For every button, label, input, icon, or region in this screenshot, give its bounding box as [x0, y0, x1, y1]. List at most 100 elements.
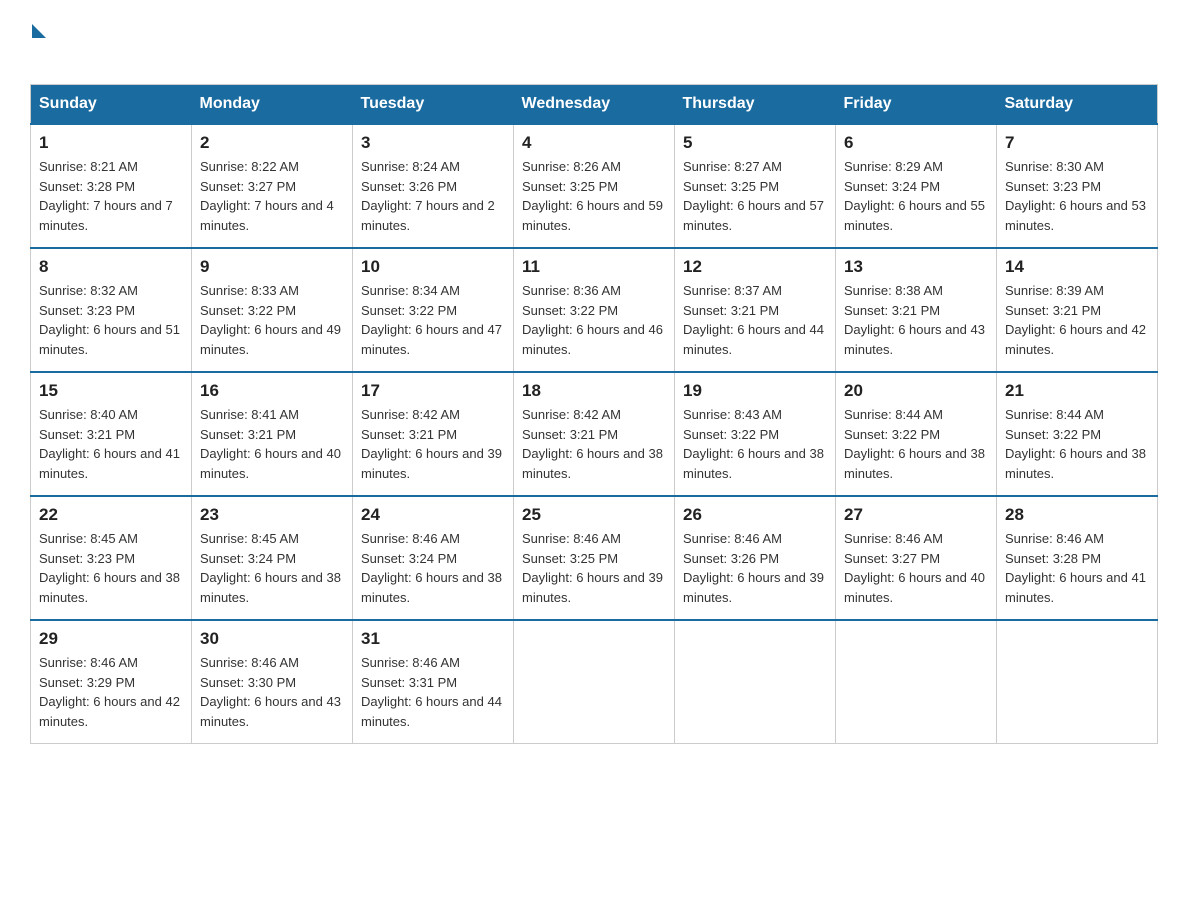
calendar-header-row: Sunday Monday Tuesday Wednesday Thursday…: [31, 85, 1158, 125]
day-number: 9: [200, 257, 344, 277]
day-number: 8: [39, 257, 183, 277]
table-row: 23 Sunrise: 8:45 AMSunset: 3:24 PMDaylig…: [192, 496, 353, 620]
table-row: 21 Sunrise: 8:44 AMSunset: 3:22 PMDaylig…: [997, 372, 1158, 496]
table-row: 5 Sunrise: 8:27 AMSunset: 3:25 PMDayligh…: [675, 124, 836, 248]
day-number: 11: [522, 257, 666, 277]
day-number: 27: [844, 505, 988, 525]
col-thursday: Thursday: [675, 85, 836, 125]
day-number: 14: [1005, 257, 1149, 277]
table-row: 11 Sunrise: 8:36 AMSunset: 3:22 PMDaylig…: [514, 248, 675, 372]
day-number: 3: [361, 133, 505, 153]
table-row: 19 Sunrise: 8:43 AMSunset: 3:22 PMDaylig…: [675, 372, 836, 496]
day-number: 12: [683, 257, 827, 277]
day-info: Sunrise: 8:44 AMSunset: 3:22 PMDaylight:…: [1005, 407, 1146, 481]
page-header: General: [30, 20, 1158, 64]
day-number: 2: [200, 133, 344, 153]
day-number: 28: [1005, 505, 1149, 525]
day-number: 21: [1005, 381, 1149, 401]
day-number: 7: [1005, 133, 1149, 153]
calendar-week-row: 22 Sunrise: 8:45 AMSunset: 3:23 PMDaylig…: [31, 496, 1158, 620]
day-info: Sunrise: 8:46 AMSunset: 3:24 PMDaylight:…: [361, 531, 502, 605]
col-tuesday: Tuesday: [353, 85, 514, 125]
day-number: 23: [200, 505, 344, 525]
col-monday: Monday: [192, 85, 353, 125]
day-info: Sunrise: 8:32 AMSunset: 3:23 PMDaylight:…: [39, 283, 180, 357]
day-info: Sunrise: 8:44 AMSunset: 3:22 PMDaylight:…: [844, 407, 985, 481]
day-number: 20: [844, 381, 988, 401]
table-row: 31 Sunrise: 8:46 AMSunset: 3:31 PMDaylig…: [353, 620, 514, 744]
day-number: 1: [39, 133, 183, 153]
table-row: 18 Sunrise: 8:42 AMSunset: 3:21 PMDaylig…: [514, 372, 675, 496]
table-row: [836, 620, 997, 744]
day-info: Sunrise: 8:46 AMSunset: 3:31 PMDaylight:…: [361, 655, 502, 729]
day-info: Sunrise: 8:46 AMSunset: 3:25 PMDaylight:…: [522, 531, 663, 605]
day-info: Sunrise: 8:46 AMSunset: 3:26 PMDaylight:…: [683, 531, 824, 605]
calendar-table: Sunday Monday Tuesday Wednesday Thursday…: [30, 84, 1158, 744]
table-row: 6 Sunrise: 8:29 AMSunset: 3:24 PMDayligh…: [836, 124, 997, 248]
calendar-week-row: 8 Sunrise: 8:32 AMSunset: 3:23 PMDayligh…: [31, 248, 1158, 372]
day-info: Sunrise: 8:30 AMSunset: 3:23 PMDaylight:…: [1005, 159, 1146, 233]
table-row: 29 Sunrise: 8:46 AMSunset: 3:29 PMDaylig…: [31, 620, 192, 744]
table-row: 9 Sunrise: 8:33 AMSunset: 3:22 PMDayligh…: [192, 248, 353, 372]
day-info: Sunrise: 8:46 AMSunset: 3:27 PMDaylight:…: [844, 531, 985, 605]
day-info: Sunrise: 8:38 AMSunset: 3:21 PMDaylight:…: [844, 283, 985, 357]
table-row: 25 Sunrise: 8:46 AMSunset: 3:25 PMDaylig…: [514, 496, 675, 620]
day-number: 18: [522, 381, 666, 401]
table-row: [514, 620, 675, 744]
day-info: Sunrise: 8:27 AMSunset: 3:25 PMDaylight:…: [683, 159, 824, 233]
day-info: Sunrise: 8:39 AMSunset: 3:21 PMDaylight:…: [1005, 283, 1146, 357]
table-row: 7 Sunrise: 8:30 AMSunset: 3:23 PMDayligh…: [997, 124, 1158, 248]
table-row: 30 Sunrise: 8:46 AMSunset: 3:30 PMDaylig…: [192, 620, 353, 744]
day-number: 24: [361, 505, 505, 525]
day-info: Sunrise: 8:42 AMSunset: 3:21 PMDaylight:…: [522, 407, 663, 481]
calendar-week-row: 29 Sunrise: 8:46 AMSunset: 3:29 PMDaylig…: [31, 620, 1158, 744]
day-info: Sunrise: 8:26 AMSunset: 3:25 PMDaylight:…: [522, 159, 663, 233]
table-row: 17 Sunrise: 8:42 AMSunset: 3:21 PMDaylig…: [353, 372, 514, 496]
calendar-week-row: 15 Sunrise: 8:40 AMSunset: 3:21 PMDaylig…: [31, 372, 1158, 496]
table-row: 2 Sunrise: 8:22 AMSunset: 3:27 PMDayligh…: [192, 124, 353, 248]
day-info: Sunrise: 8:34 AMSunset: 3:22 PMDaylight:…: [361, 283, 502, 357]
day-info: Sunrise: 8:40 AMSunset: 3:21 PMDaylight:…: [39, 407, 180, 481]
col-saturday: Saturday: [997, 85, 1158, 125]
day-info: Sunrise: 8:37 AMSunset: 3:21 PMDaylight:…: [683, 283, 824, 357]
day-number: 16: [200, 381, 344, 401]
calendar-week-row: 1 Sunrise: 8:21 AMSunset: 3:28 PMDayligh…: [31, 124, 1158, 248]
logo: General: [30, 20, 134, 64]
day-info: Sunrise: 8:43 AMSunset: 3:22 PMDaylight:…: [683, 407, 824, 481]
day-info: Sunrise: 8:24 AMSunset: 3:26 PMDaylight:…: [361, 159, 495, 233]
day-number: 6: [844, 133, 988, 153]
day-number: 30: [200, 629, 344, 649]
day-info: Sunrise: 8:46 AMSunset: 3:28 PMDaylight:…: [1005, 531, 1146, 605]
col-sunday: Sunday: [31, 85, 192, 125]
table-row: [675, 620, 836, 744]
table-row: 14 Sunrise: 8:39 AMSunset: 3:21 PMDaylig…: [997, 248, 1158, 372]
day-number: 26: [683, 505, 827, 525]
col-friday: Friday: [836, 85, 997, 125]
day-number: 15: [39, 381, 183, 401]
day-number: 13: [844, 257, 988, 277]
table-row: 15 Sunrise: 8:40 AMSunset: 3:21 PMDaylig…: [31, 372, 192, 496]
table-row: 12 Sunrise: 8:37 AMSunset: 3:21 PMDaylig…: [675, 248, 836, 372]
day-info: Sunrise: 8:22 AMSunset: 3:27 PMDaylight:…: [200, 159, 334, 233]
day-number: 25: [522, 505, 666, 525]
day-number: 19: [683, 381, 827, 401]
table-row: 22 Sunrise: 8:45 AMSunset: 3:23 PMDaylig…: [31, 496, 192, 620]
table-row: 28 Sunrise: 8:46 AMSunset: 3:28 PMDaylig…: [997, 496, 1158, 620]
day-info: Sunrise: 8:46 AMSunset: 3:30 PMDaylight:…: [200, 655, 341, 729]
table-row: 16 Sunrise: 8:41 AMSunset: 3:21 PMDaylig…: [192, 372, 353, 496]
table-row: 10 Sunrise: 8:34 AMSunset: 3:22 PMDaylig…: [353, 248, 514, 372]
day-number: 17: [361, 381, 505, 401]
day-number: 22: [39, 505, 183, 525]
day-number: 31: [361, 629, 505, 649]
day-info: Sunrise: 8:29 AMSunset: 3:24 PMDaylight:…: [844, 159, 985, 233]
day-info: Sunrise: 8:41 AMSunset: 3:21 PMDaylight:…: [200, 407, 341, 481]
table-row: 1 Sunrise: 8:21 AMSunset: 3:28 PMDayligh…: [31, 124, 192, 248]
day-number: 4: [522, 133, 666, 153]
table-row: 13 Sunrise: 8:38 AMSunset: 3:21 PMDaylig…: [836, 248, 997, 372]
table-row: 8 Sunrise: 8:32 AMSunset: 3:23 PMDayligh…: [31, 248, 192, 372]
day-info: Sunrise: 8:45 AMSunset: 3:23 PMDaylight:…: [39, 531, 180, 605]
table-row: 24 Sunrise: 8:46 AMSunset: 3:24 PMDaylig…: [353, 496, 514, 620]
day-info: Sunrise: 8:46 AMSunset: 3:29 PMDaylight:…: [39, 655, 180, 729]
col-wednesday: Wednesday: [514, 85, 675, 125]
day-info: Sunrise: 8:33 AMSunset: 3:22 PMDaylight:…: [200, 283, 341, 357]
